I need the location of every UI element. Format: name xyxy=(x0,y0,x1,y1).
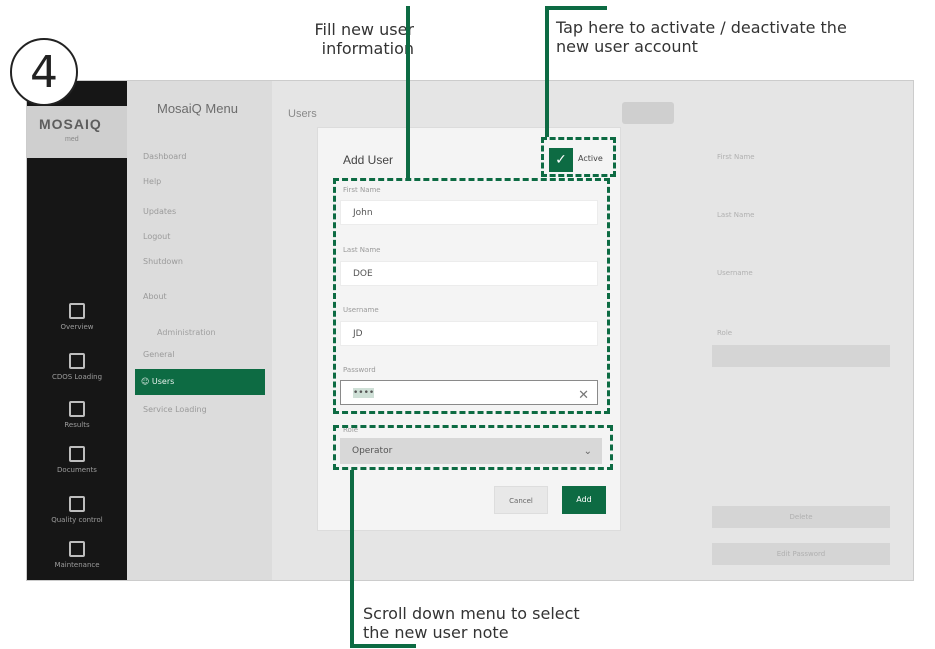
sidebar-maintenance[interactable]: Maintenance xyxy=(27,541,127,569)
sidebar-results[interactable]: Results xyxy=(27,401,127,429)
gauge-icon xyxy=(69,303,85,319)
wrench-icon xyxy=(69,541,85,557)
file-icon xyxy=(69,401,85,417)
cancel-button[interactable]: Cancel xyxy=(494,486,548,514)
doc-check-icon xyxy=(69,496,85,512)
menu-title: MosaiQ Menu xyxy=(157,101,238,116)
settings-menu: MosaiQ Menu Dashboard Help Updates Logou… xyxy=(127,81,272,580)
active-leader-tick xyxy=(545,6,607,10)
menu-item-updates[interactable]: Updates xyxy=(137,201,262,223)
menu-item-shutdown[interactable]: Shutdown xyxy=(137,251,262,273)
role-field[interactable] xyxy=(712,345,890,367)
fill-info-annotation: Fill new user information xyxy=(314,20,414,58)
scroll-leader-line xyxy=(350,470,354,648)
fill-leader-line xyxy=(406,6,410,178)
admin-header: Administration xyxy=(157,328,216,337)
active-callout-box xyxy=(541,137,616,177)
menu-item-general[interactable]: General xyxy=(137,344,262,366)
brand-logo: MOSAIQ med xyxy=(27,106,127,158)
sidebar-quality-control[interactable]: Quality control xyxy=(27,496,127,524)
page-title: Users xyxy=(288,108,317,120)
menu-item-dashboard[interactable]: Dashboard xyxy=(137,146,262,168)
username-label: Username xyxy=(717,269,753,277)
role-callout-box xyxy=(333,425,613,470)
sidebar-documents[interactable]: Documents xyxy=(27,446,127,474)
active-leader-line xyxy=(545,6,549,137)
role-label: Role xyxy=(717,329,733,337)
delete-button[interactable]: Delete xyxy=(712,506,890,528)
user-info-callout-box xyxy=(333,178,610,414)
activate-annotation: Tap here to activate / deactivate the ne… xyxy=(556,18,847,56)
last-name-label: Last Name xyxy=(717,211,755,219)
menu-item-help[interactable]: Help xyxy=(137,171,262,193)
menu-item-users[interactable]: ☺ Users xyxy=(135,369,265,395)
menu-item-about[interactable]: About xyxy=(137,286,262,308)
loader-icon xyxy=(69,353,85,369)
edit-password-button[interactable]: Edit Password xyxy=(712,543,890,565)
scroll-menu-annotation: Scroll down menu to select the new user … xyxy=(363,604,580,642)
user-icon: ☺ xyxy=(141,377,152,386)
dialog-title: Add User xyxy=(343,153,394,167)
first-name-label: First Name xyxy=(717,153,755,161)
add-button[interactable]: Add xyxy=(562,486,606,514)
scroll-leader-tick xyxy=(350,644,416,648)
grid-icon xyxy=(69,446,85,462)
sidebar-overview[interactable]: Overview xyxy=(27,303,127,331)
app-sidebar: MOSAIQ med Overview CDOS Loading Results… xyxy=(27,81,127,580)
step-number-badge: 4 xyxy=(10,38,78,106)
menu-item-logout[interactable]: Logout xyxy=(137,226,262,248)
menu-item-service-loading[interactable]: Service Loading xyxy=(137,399,262,421)
add-user-button[interactable] xyxy=(622,102,674,124)
sidebar-cdos-loading[interactable]: CDOS Loading xyxy=(27,353,127,381)
